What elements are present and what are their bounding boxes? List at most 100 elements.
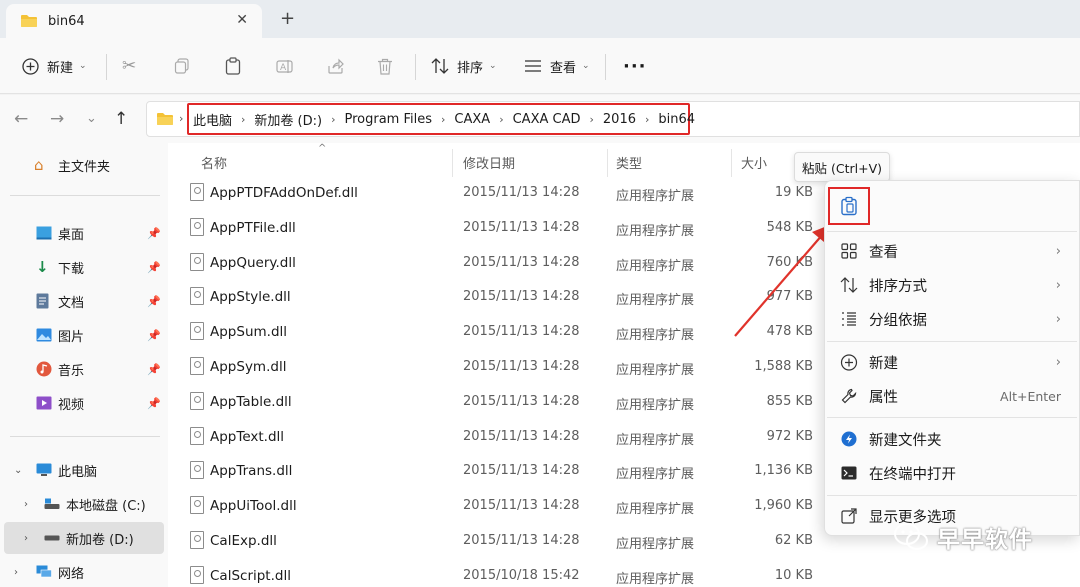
sidebar-item-documents[interactable]: 文档 📌: [0, 285, 165, 317]
table-row[interactable]: AppSum.dll 2015/11/13 14:28 应用程序扩展 478 KB: [168, 315, 828, 350]
copy-button[interactable]: [174, 52, 190, 80]
sidebar-item-videos[interactable]: 视频 📌: [0, 387, 165, 419]
file-name: AppText.dll: [210, 428, 285, 445]
breadcrumb-caxa-cad[interactable]: CAXA CAD: [513, 112, 581, 127]
breadcrumb-this-pc[interactable]: 此电脑: [193, 110, 232, 129]
breadcrumb-caxa[interactable]: CAXA: [454, 112, 490, 127]
breadcrumb-separator-icon[interactable]: ›: [645, 113, 649, 126]
delete-button[interactable]: [377, 52, 393, 80]
sidebar-item-downloads[interactable]: ↓ 下载 📌: [0, 251, 165, 283]
file-size: 478 KB: [766, 324, 813, 340]
menu-item-open-terminal[interactable]: 在终端中打开: [825, 456, 1080, 490]
menu-item-sort-by[interactable]: 排序方式 ›: [825, 268, 1080, 302]
chevron-right-icon[interactable]: ›: [24, 533, 28, 544]
column-header-date[interactable]: 修改日期: [463, 153, 515, 172]
new-folder-icon: [841, 431, 857, 447]
breadcrumb-separator-icon[interactable]: ›: [331, 113, 335, 126]
paste-button[interactable]: [225, 52, 241, 80]
sidebar-item-pictures[interactable]: 图片 📌: [0, 319, 165, 351]
breadcrumb-2016[interactable]: 2016: [603, 112, 636, 127]
share-button[interactable]: [327, 52, 344, 80]
new-button[interactable]: 新建 ⌄: [22, 52, 87, 80]
sidebar-item-drive-c[interactable]: › 本地磁盘 (C:): [0, 488, 165, 520]
file-size: 548 KB: [766, 219, 813, 235]
sidebar-item-music[interactable]: 音乐 📌: [0, 353, 165, 385]
table-row[interactable]: AppTrans.dll 2015/11/13 14:28 应用程序扩展 1,136 …: [168, 454, 828, 489]
file-dll-icon: [190, 426, 204, 445]
new-tab-button[interactable]: +: [280, 8, 295, 29]
sidebar-item-this-pc[interactable]: ⌄ 此电脑: [0, 454, 165, 486]
sidebar-item-home[interactable]: ⌂ 主文件夹: [0, 149, 165, 181]
more-options-button[interactable]: ···: [623, 52, 647, 80]
menu-divider: [827, 417, 1077, 418]
pin-icon[interactable]: 📌: [147, 295, 161, 308]
pin-icon[interactable]: 📌: [147, 227, 161, 240]
breadcrumb-separator-icon[interactable]: ›: [499, 113, 503, 126]
chevron-right-icon[interactable]: ›: [24, 499, 28, 510]
table-row[interactable]: AppPTFile.dll 2015/11/13 14:28 应用程序扩展 548 K…: [168, 211, 828, 246]
chevron-down-icon: ⌄: [489, 61, 497, 71]
menu-item-group-by[interactable]: 分组依据 ›: [825, 302, 1080, 336]
forward-arrow-icon[interactable]: →: [50, 109, 64, 129]
table-row[interactable]: AppUiTool.dll 2015/11/13 14:28 应用程序扩展 1,960…: [168, 489, 828, 524]
sort-button[interactable]: 排序 ⌄: [431, 52, 497, 80]
rename-button[interactable]: A: [276, 52, 293, 80]
column-header-type[interactable]: 类型: [616, 153, 642, 172]
table-row[interactable]: CalScript.dll 2015/10/18 15:42 应用程序扩展 10 KB: [168, 559, 828, 587]
column-header-name[interactable]: 名称: [201, 153, 227, 172]
breadcrumb-drive-d[interactable]: 新加卷 (D:): [254, 110, 322, 129]
pin-icon[interactable]: 📌: [147, 261, 161, 274]
table-row[interactable]: AppPTDFAddOnDef.dll 2015/11/13 14:28 应用程序扩…: [168, 176, 828, 211]
file-dll-icon: [190, 565, 204, 584]
breadcrumb-program-files[interactable]: Program Files: [345, 112, 433, 127]
column-header-size[interactable]: 大小: [741, 153, 767, 172]
file-dll-icon: [190, 183, 204, 201]
column-divider[interactable]: [452, 149, 453, 177]
menu-item-view[interactable]: 查看 ›: [825, 234, 1080, 268]
tab-bin64[interactable]: bin64 ✕: [6, 4, 262, 38]
menu-divider: [827, 231, 1077, 232]
back-arrow-icon[interactable]: ←: [14, 109, 28, 129]
table-row[interactable]: AppText.dll 2015/11/13 14:28 应用程序扩展 972 KB: [168, 420, 828, 455]
cut-button[interactable]: ✂: [122, 52, 136, 80]
pin-icon[interactable]: 📌: [147, 329, 161, 342]
menu-item-properties[interactable]: 属性 Alt+Enter: [825, 379, 1080, 413]
file-dll-icon: [190, 252, 204, 271]
table-row[interactable]: AppSym.dll 2015/11/13 14:28 应用程序扩展 1,588 KB: [168, 350, 828, 385]
sidebar-item-drive-d[interactable]: › 新加卷 (D:): [4, 522, 164, 554]
file-size: 855 KB: [766, 393, 813, 409]
breadcrumb-separator-icon[interactable]: ›: [179, 112, 183, 125]
pin-icon[interactable]: 📌: [147, 397, 161, 410]
column-divider[interactable]: [731, 149, 732, 177]
breadcrumb-separator-icon[interactable]: ›: [241, 113, 245, 126]
file-type: 应用程序扩展: [616, 397, 695, 413]
menu-item-new[interactable]: 新建 ›: [825, 345, 1080, 379]
column-divider[interactable]: [607, 149, 608, 177]
close-tab-icon[interactable]: ✕: [236, 12, 248, 28]
table-row[interactable]: AppTable.dll 2015/11/13 14:28 应用程序扩展 855 KB: [168, 385, 828, 420]
file-modified-date: 2015/11/13 14:28: [463, 533, 580, 548]
chevron-down-icon[interactable]: ⌄: [14, 465, 22, 476]
menu-item-new-folder[interactable]: 新建文件夹: [825, 422, 1080, 456]
address-bar[interactable]: › 此电脑 › 新加卷 (D:) › Program Files › CAXA …: [146, 101, 1080, 137]
up-arrow-icon[interactable]: ↑: [114, 109, 128, 129]
sidebar-item-network[interactable]: › 网络: [0, 556, 165, 587]
view-button[interactable]: 查看 ⌄: [524, 52, 590, 80]
sidebar-item-desktop[interactable]: 桌面 📌: [0, 217, 165, 249]
table-row[interactable]: AppQuery.dll 2015/11/13 14:28 应用程序扩展 760 KB: [168, 246, 828, 281]
breadcrumb-separator-icon[interactable]: ›: [590, 113, 594, 126]
paste-menu-button[interactable]: [828, 187, 870, 225]
drive-d-icon: [44, 535, 60, 541]
table-row[interactable]: CalExp.dll 2015/11/13 14:28 应用程序扩展 62 KB: [168, 524, 828, 559]
file-type: 应用程序扩展: [616, 189, 695, 204]
share-icon: [328, 58, 344, 74]
breadcrumb-bin64[interactable]: bin64: [658, 112, 695, 127]
trash-icon: [378, 58, 392, 75]
recent-locations-chevron-icon[interactable]: ⌄: [86, 111, 97, 126]
plus-circle-icon: [22, 57, 39, 75]
breadcrumb-separator-icon[interactable]: ›: [441, 113, 445, 126]
table-row[interactable]: AppStyle.dll 2015/11/13 14:28 应用程序扩展 977 KB: [168, 280, 828, 315]
pin-icon[interactable]: 📌: [147, 363, 161, 376]
chevron-right-icon[interactable]: ›: [14, 567, 18, 578]
file-dll-icon: [190, 217, 204, 236]
